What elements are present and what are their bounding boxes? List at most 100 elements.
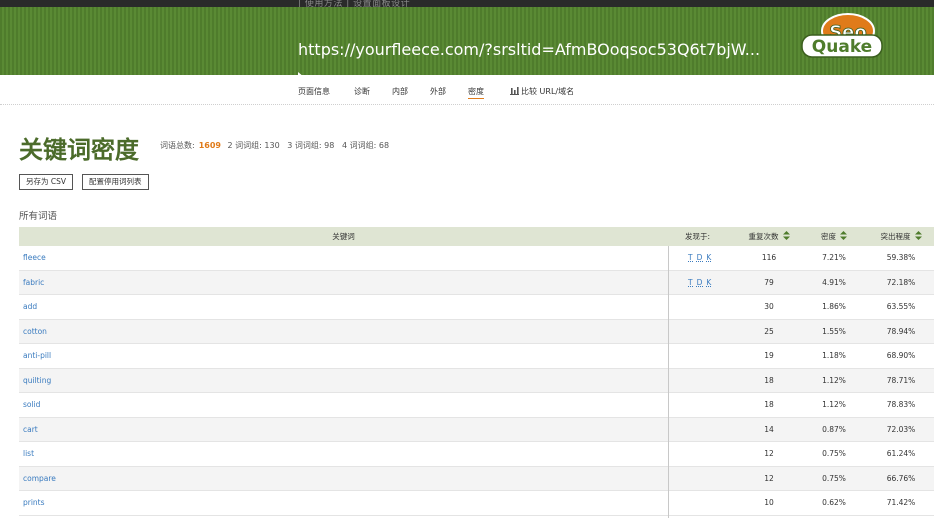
- repeat-count: 12: [764, 473, 774, 483]
- tool-nav: 页面信息 诊断 内部 外部 密度 比较 URL/域名: [0, 75, 934, 105]
- logo-bottom-text: Quake: [812, 37, 872, 57]
- sort-icon: [782, 231, 790, 240]
- prominence-value: 71.42%: [886, 498, 916, 507]
- repeat-count: 10: [764, 498, 774, 507]
- table-header: 关键词 发现于: 重复次数 密度 突出程度: [19, 227, 934, 246]
- density-value: 1.12%: [822, 375, 846, 385]
- prominence-value: 78.94%: [886, 326, 916, 336]
- page-title: 关键词密度: [19, 136, 139, 164]
- nav-density[interactable]: 密度: [468, 86, 484, 99]
- sort-icon: [914, 231, 922, 240]
- nav-page-info[interactable]: 页面信息: [298, 86, 330, 97]
- seoquake-logo: Seo Quake: [801, 13, 883, 58]
- density-value: 0.75%: [822, 473, 846, 483]
- table-row: solid 18 1.12% 78.83%: [19, 393, 934, 418]
- save-csv-button[interactable]: 另存为 CSV: [19, 174, 74, 190]
- repeat-count: 116: [761, 253, 777, 262]
- total-label: 词语总数:: [160, 141, 195, 150]
- keyword-link[interactable]: list: [23, 442, 34, 466]
- keyword-link[interactable]: fleece: [23, 246, 46, 270]
- table-row: cart 14 0.87% 72.03%: [19, 417, 934, 442]
- keyword-link[interactable]: compare: [23, 467, 56, 491]
- header-found: 发现于:: [685, 232, 711, 241]
- keyword-link[interactable]: cart: [23, 418, 38, 442]
- found-in-marker[interactable]: T: [688, 253, 694, 262]
- prominence-value: 72.03%: [886, 424, 916, 434]
- table-row: fleece T D K 116 7.21% 59.38%: [19, 246, 934, 271]
- header-count[interactable]: 重复次数: [735, 227, 803, 246]
- top-strip: | 使用方法 | 设置面板设计: [0, 0, 934, 9]
- table-row: add 30 1.86% 63.55%: [19, 295, 934, 320]
- header-count-label: 重复次数: [748, 232, 779, 241]
- found-in: TDK: [688, 246, 715, 270]
- header-prominence[interactable]: 突出程度: [871, 227, 931, 246]
- found-in-marker[interactable]: D: [697, 278, 704, 287]
- table-row: prints 10 0.62% 71.42%: [19, 491, 934, 516]
- keyword-link[interactable]: cotton: [23, 320, 47, 344]
- prominence-value: 78.71%: [886, 375, 916, 385]
- keyword-link[interactable]: fabric: [23, 271, 44, 295]
- found-in-marker[interactable]: D: [697, 253, 704, 262]
- total-value: 1609: [198, 141, 221, 150]
- nav-external[interactable]: 外部: [430, 86, 446, 97]
- density-value: 0.75%: [822, 449, 846, 458]
- keyword-link[interactable]: add: [23, 295, 37, 319]
- table-row: cotton 25 1.55% 78.94%: [19, 319, 934, 344]
- header-density[interactable]: 密度: [809, 227, 859, 246]
- repeat-count: 12: [764, 449, 774, 458]
- density-value: 7.21%: [822, 253, 846, 262]
- two-word-groups: 2 词词组: 130: [227, 141, 280, 150]
- density-value: 0.87%: [822, 424, 846, 434]
- prominence-value: 68.90%: [886, 351, 916, 360]
- repeat-count: 30: [764, 302, 774, 311]
- table-row: list 12 0.75% 61.24%: [19, 442, 934, 467]
- prominence-value: 78.83%: [886, 400, 916, 409]
- nav-internal[interactable]: 内部: [392, 86, 408, 97]
- keyword-link[interactable]: prints: [23, 491, 45, 515]
- sort-icon: [840, 231, 847, 240]
- nav-diagnosis[interactable]: 诊断: [354, 86, 370, 97]
- prominence-value: 61.24%: [886, 449, 916, 458]
- seoquake-header: https://yourfleece.com/?srsltid=AfmBOoqs…: [0, 7, 934, 82]
- header-prominence-label: 突出程度: [880, 232, 911, 241]
- word-stats: 词语总数: 1609 2 词词组: 130 3 词词组: 98 4 词词组: 68: [160, 140, 389, 151]
- found-in-marker[interactable]: T: [688, 278, 694, 287]
- nav-compare[interactable]: 比较 URL/域名: [510, 86, 574, 97]
- page-url: https://yourfleece.com/?srsltid=AfmBOoqs…: [298, 40, 761, 59]
- found-in-marker[interactable]: K: [706, 253, 712, 262]
- repeat-count: 19: [764, 351, 774, 360]
- table-row: fabric T D K 79 4.91% 72.18%: [19, 270, 934, 295]
- section-label: 所有词语: [19, 211, 58, 222]
- three-word-groups: 3 词词组: 98: [287, 141, 335, 150]
- bar-chart-icon: [510, 87, 519, 95]
- table-row: quilting 18 1.12% 78.71%: [19, 368, 934, 393]
- header-density-label: 密度: [821, 232, 836, 241]
- prominence-value: 66.76%: [886, 473, 916, 483]
- column-divider: [668, 246, 669, 518]
- prominence-value: 63.55%: [886, 302, 916, 311]
- density-value: 1.12%: [822, 400, 846, 409]
- config-stopwords-button[interactable]: 配置停用词列表: [82, 174, 149, 190]
- density-value: 4.91%: [822, 277, 846, 287]
- repeat-count: 79: [764, 277, 774, 287]
- keyword-link[interactable]: solid: [23, 393, 40, 417]
- prominence-value: 59.38%: [886, 253, 916, 262]
- keyword-link[interactable]: quilting: [23, 369, 51, 393]
- density-value: 1.18%: [822, 351, 846, 360]
- four-word-groups: 4 词词组: 68: [342, 141, 390, 150]
- prominence-value: 72.18%: [886, 277, 916, 287]
- found-in-marker[interactable]: K: [706, 278, 712, 287]
- table-row: anti-pill 19 1.18% 68.90%: [19, 344, 934, 369]
- table-row: compare 12 0.75% 66.76%: [19, 466, 934, 491]
- density-value: 1.55%: [822, 326, 846, 336]
- keyword-density-table: 关键词 发现于: 重复次数 密度 突出程度 fleece T D K 116 7.21% 5…: [19, 227, 934, 516]
- keyword-link[interactable]: anti-pill: [23, 344, 51, 368]
- density-value: 1.86%: [822, 302, 846, 311]
- repeat-count: 14: [764, 424, 774, 434]
- repeat-count: 18: [764, 375, 774, 385]
- table-body: fleece T D K 116 7.21% 59.38% fabric T D K 79 4.91% 7…: [19, 246, 934, 516]
- nav-compare-label: 比较 URL/域名: [521, 87, 575, 96]
- header-keyword[interactable]: 关键词: [19, 227, 668, 246]
- found-in: TDK: [688, 271, 715, 295]
- repeat-count: 25: [764, 326, 774, 336]
